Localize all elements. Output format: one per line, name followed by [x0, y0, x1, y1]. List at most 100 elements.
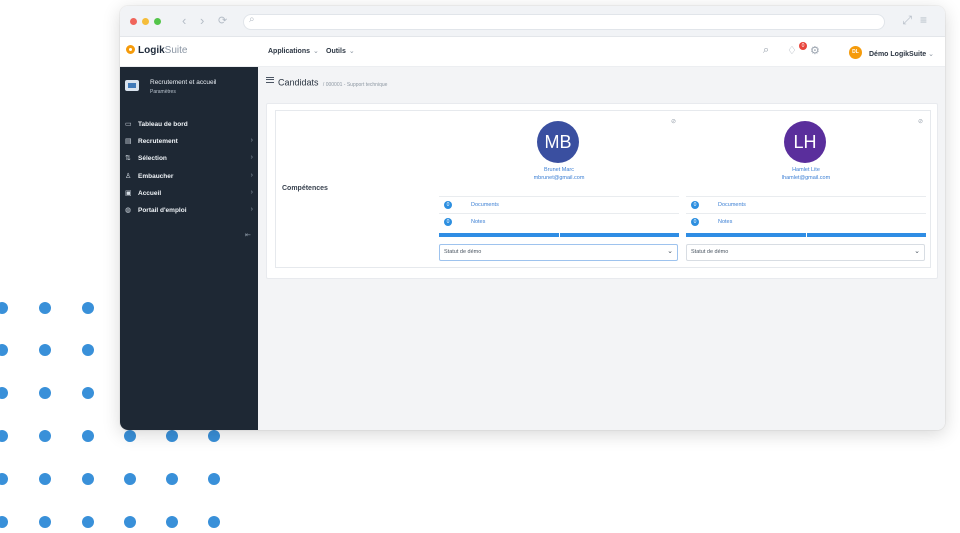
notes-count-badge: 0: [691, 218, 699, 226]
sidebar-item-accueil[interactable]: ▣ Accueil ›: [125, 189, 253, 201]
status-select[interactable]: Statut de démo ⌄: [686, 244, 925, 261]
page-title: Candidats: [278, 77, 319, 88]
sidebar-item-label: Accueil: [138, 189, 162, 197]
progress-bar: [686, 233, 926, 237]
candidate-name[interactable]: Brunet Marc: [439, 167, 679, 173]
candidate-column: ⊘ MB Brunet Marc mbrunet@gmail.com 0 Document…: [439, 111, 679, 267]
status-select[interactable]: Statut de démo ⌄: [439, 244, 678, 261]
documents-row[interactable]: 0 Documents: [686, 196, 926, 213]
sidebar-item-label: Recrutement: [138, 138, 178, 146]
documents-link[interactable]: Documents: [471, 202, 499, 208]
candidate-email[interactable]: lhamlet@gmail.com: [686, 175, 926, 181]
module-title: Recrutement et accueil: [150, 79, 217, 86]
candidate-avatar[interactable]: LH: [784, 121, 826, 163]
documents-row[interactable]: 0 Documents: [439, 196, 679, 213]
id-card-icon: ▣: [125, 189, 132, 197]
monitor-icon: ▭: [125, 121, 132, 128]
maximize-window-button[interactable]: [154, 18, 161, 25]
settings-icon[interactable]: ⚙: [810, 44, 820, 57]
decorative-dot: [39, 430, 51, 442]
collapse-sidebar-icon[interactable]: ⇤: [245, 231, 251, 239]
sidebar-item-sélection[interactable]: ⇅ Sélection ›: [125, 154, 253, 166]
candidate-email[interactable]: mbrunet@gmail.com: [439, 175, 679, 181]
candidate-avatar[interactable]: MB: [537, 121, 579, 163]
decorative-dot: [124, 430, 136, 442]
sidebar-item-label: Tableau de bord: [138, 121, 188, 128]
sidebar-item-label: Portail d'emploi: [138, 207, 187, 214]
app-topbar: LogikSuite Applications ⌄ Outils ⌄ ⌕ ♢ ⚙: [120, 37, 945, 67]
decorative-dot: [0, 473, 8, 485]
bell-icon[interactable]: ♢: [787, 44, 797, 57]
notes-link[interactable]: Notes: [718, 219, 732, 225]
hamburger-icon[interactable]: [266, 75, 274, 85]
menu-applications[interactable]: Applications ⌄: [268, 47, 319, 55]
notes-row[interactable]: 0 Notes: [686, 213, 926, 230]
sidebar-item-label: Embaucher: [138, 172, 174, 180]
notes-count-badge: 0: [444, 218, 452, 226]
hide-icon[interactable]: ⊘: [918, 118, 923, 125]
decorative-dot: [208, 516, 220, 528]
sidebar-item-embaucher[interactable]: ♙ Embaucher ›: [125, 172, 253, 184]
close-window-button[interactable]: [130, 18, 137, 25]
menu-icon[interactable]: ≡: [920, 13, 935, 27]
sidebar-item-tableau-de-bord[interactable]: ▭ Tableau de bord: [125, 120, 253, 132]
sidebar-item-recrutement[interactable]: ▤ Recrutement ›: [125, 137, 253, 149]
decorative-dot: [39, 473, 51, 485]
forward-arrow-icon[interactable]: ›: [200, 13, 204, 28]
chevron-right-icon: ›: [250, 188, 253, 196]
decorative-dot: [82, 302, 94, 314]
chevron-down-icon: ⌄: [667, 248, 673, 255]
decorative-dot: [39, 387, 51, 399]
chevron-down-icon: ⌄: [914, 248, 920, 255]
decorative-dot: [82, 516, 94, 528]
chevron-down-icon: ⌄: [928, 51, 935, 58]
candidate-column: ⊘ LH Hamlet Lite lhamlet@gmail.com 0 Document…: [686, 111, 926, 267]
reload-icon[interactable]: ⟳: [218, 14, 227, 27]
decorative-dot: [82, 430, 94, 442]
competences-label: Compétences: [282, 185, 328, 192]
expand-icon[interactable]: ⤢: [902, 13, 920, 27]
main-content: Candidats / 000001 - Support technique C…: [258, 67, 945, 430]
documents-count-badge: 0: [691, 201, 699, 209]
decorative-dot: [166, 473, 178, 485]
document-icon: ▤: [125, 138, 132, 146]
decorative-dot: [82, 344, 94, 356]
decorative-dot: [39, 516, 51, 528]
globe-icon: ◍: [125, 207, 132, 214]
user-avatar[interactable]: DL: [849, 46, 862, 59]
decorative-dot: [0, 344, 8, 356]
decorative-dot: [39, 302, 51, 314]
chevron-right-icon: ›: [250, 154, 253, 162]
candidate-name[interactable]: Hamlet Lite: [686, 167, 926, 173]
comparison-table: Compétences ⊘ MB Brunet Marc mbrunet@gmail.…: [275, 110, 931, 268]
browser-window: ‹ › ⟳ ⌕ ⤢≡ LogikSuite Applications ⌄ Outi…: [120, 6, 945, 430]
sidebar: Recrutement et accueil Paramètres ▭ Table…: [120, 67, 258, 430]
sidebar-item-label: Sélection: [138, 155, 167, 163]
status-value: Statut de démo: [691, 249, 729, 255]
decorative-dot: [208, 430, 220, 442]
hide-icon[interactable]: ⊘: [671, 118, 676, 125]
minimize-window-button[interactable]: [142, 18, 149, 25]
decorative-dot: [166, 516, 178, 528]
menu-outils[interactable]: Outils ⌄: [326, 47, 355, 55]
decorative-dot: [166, 430, 178, 442]
module-subtitle: Paramètres: [150, 89, 176, 95]
comparison-panel: Compétences ⊘ MB Brunet Marc mbrunet@gmail.…: [266, 103, 938, 279]
sort-icon: ⇅: [125, 155, 131, 163]
chevron-right-icon: ›: [250, 206, 253, 213]
decorative-dot: [0, 516, 8, 528]
decorative-dot: [82, 473, 94, 485]
notes-row[interactable]: 0 Notes: [439, 213, 679, 230]
decorative-dot: [0, 387, 8, 399]
notes-link[interactable]: Notes: [471, 219, 485, 225]
documents-link[interactable]: Documents: [718, 202, 746, 208]
back-arrow-icon[interactable]: ‹: [182, 13, 186, 28]
sidebar-item-portail-d-emploi[interactable]: ◍ Portail d'emploi ›: [125, 206, 253, 218]
address-bar[interactable]: ⌕: [243, 14, 885, 30]
user-menu[interactable]: Démo LogikSuite ⌄: [869, 50, 934, 58]
chevron-right-icon: ›: [250, 137, 253, 145]
chevron-right-icon: ›: [250, 171, 253, 179]
search-icon[interactable]: ⌕: [763, 44, 769, 57]
decorative-dot: [39, 344, 51, 356]
app-logo[interactable]: LogikSuite: [126, 45, 187, 56]
